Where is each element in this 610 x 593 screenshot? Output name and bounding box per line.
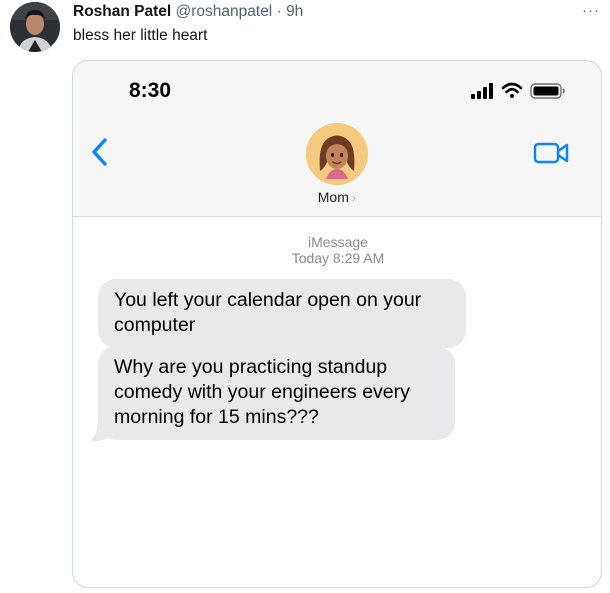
battery-icon [530,83,565,99]
more-options-button[interactable]: ··· [582,2,600,19]
tweet-text: bless her little heart [73,27,208,44]
status-bar-icons [471,82,565,99]
tweet-timestamp[interactable]: 9h [286,3,303,20]
contact-name: Mom [317,189,349,205]
signal-bars-icon [471,83,493,99]
back-chevron-icon[interactable] [89,137,111,167]
woman-emoji-icon [306,123,368,185]
video-camera-icon[interactable] [533,140,571,166]
author-handle[interactable]: @roshanpatel [176,3,273,20]
contact-avatar[interactable] [306,123,368,185]
author-display-name[interactable]: Roshan Patel [73,3,171,20]
tweet-header: Roshan Patel @roshanpatel · 9h [73,3,303,21]
wifi-icon [501,82,523,98]
message-bubble-incoming[interactable]: Why are you practicing standup comedy wi… [98,346,455,440]
message-bubble-incoming[interactable]: You left your calendar open on your comp… [98,279,466,348]
imessage-header: 8:30 Mom › [73,61,601,217]
contact-name-button[interactable]: Mom › [73,189,601,205]
message-timestamp: Today 8:29 AM [291,250,385,266]
status-bar-time: 8:30 [129,79,172,102]
header-separator: · [276,3,282,20]
author-avatar[interactable] [10,2,60,52]
contact-chevron-icon: › [351,190,357,205]
bubble-tail [90,417,112,442]
author-photo [10,2,60,52]
message-service-label: iMessage [308,234,368,250]
tweet-media-image[interactable]: 8:30 Mom › iMessage Today 8:29 AM You le… [72,60,602,588]
